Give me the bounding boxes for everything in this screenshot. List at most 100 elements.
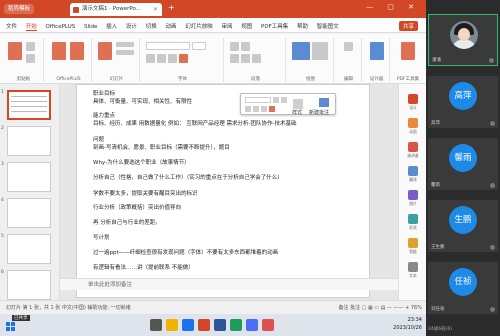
italic-icon[interactable] (157, 54, 166, 63)
menu-item-help[interactable]: 帮助 (297, 22, 308, 30)
font-select[interactable] (245, 97, 271, 103)
slide-text-line[interactable]: Why-为什么要选这个职业（故事情节） (93, 158, 190, 166)
bullets-icon[interactable] (230, 42, 239, 51)
font-color-icon[interactable] (179, 54, 188, 63)
slide-text-line[interactable]: 写计划 (93, 233, 110, 241)
slide-thumbnail[interactable] (7, 126, 51, 156)
menu-item-review[interactable]: 审阅 (221, 22, 232, 30)
reset-icon[interactable] (116, 50, 134, 55)
window-controls[interactable]: — ▢ ✕ (366, 3, 420, 11)
slide-thumbnail[interactable] (7, 270, 51, 300)
align-right-icon[interactable] (252, 54, 261, 63)
menu-item-transitions[interactable]: 切换 (146, 22, 157, 30)
menu-item-insert[interactable]: 插入 (106, 22, 117, 30)
new-slide-icon[interactable] (98, 42, 112, 60)
grow-font-icon[interactable] (273, 97, 279, 103)
pdf-icon[interactable] (401, 42, 415, 60)
slide-text-line[interactable]: 学数不要太多，提取关要有醒目突出的标识 (93, 189, 198, 197)
font-name-select[interactable] (146, 42, 190, 50)
highlight-icon[interactable] (269, 106, 275, 112)
powerpoint-taskbar-icon[interactable] (198, 319, 210, 331)
underline-icon[interactable] (261, 106, 267, 112)
participant-tile[interactable]: 潘潘 (428, 14, 498, 66)
new-comment-label: 新建批注 (309, 110, 330, 116)
slide-thumbnail[interactable] (7, 234, 51, 264)
participant-tile[interactable]: 任祯 刘任祯 (428, 262, 498, 314)
designer-icon[interactable] (370, 42, 384, 60)
design-ideas-icon[interactable] (408, 94, 418, 104)
copy-icon[interactable] (26, 54, 35, 63)
slide-text-line[interactable]: 刻画-写清机会、愿景、职业目标（需要不断提升），题目 (93, 143, 230, 151)
menu-item-file[interactable]: 文件 (6, 22, 17, 30)
menu-item-design[interactable]: 设计 (126, 22, 137, 30)
share-button[interactable]: 共享 (398, 21, 418, 31)
slide-text-line[interactable]: 分析自己（性格、自己做了什么工作）（实习的重点在于分析自己学会了什么） (93, 173, 283, 181)
slide-text-line[interactable]: 有逻辑有看法……讲（提前联系 不能做） (93, 263, 194, 271)
presenter-icon[interactable] (408, 142, 418, 152)
notes-pane[interactable]: 单击此处添加备注 (60, 278, 398, 290)
start-icon[interactable] (6, 322, 16, 332)
slide-text-line[interactable]: 问题 (93, 135, 104, 143)
paste-icon[interactable] (8, 42, 22, 60)
menu-item-smart[interactable]: 智能图文 (317, 22, 339, 30)
browser-icon[interactable] (182, 319, 194, 331)
officeplus-icon[interactable] (52, 42, 66, 60)
participant-tile[interactable]: 生鹏 王生鹏 (428, 200, 498, 252)
file-explorer-icon[interactable] (166, 319, 178, 331)
menu-item-islide[interactable]: Slide (84, 24, 97, 30)
new-tab-button[interactable]: + (168, 3, 175, 12)
italic-icon[interactable] (253, 106, 259, 112)
layout-icon[interactable] (116, 42, 134, 47)
app-icon[interactable] (262, 319, 274, 331)
underline-icon[interactable] (168, 54, 177, 63)
align-left-icon[interactable] (230, 54, 239, 63)
style-icon[interactable] (293, 99, 303, 109)
slide-text-line[interactable]: 过一遍ppt——纤细检查很有发现问题（字体）不要有太多东西都堆着的动画 (93, 248, 278, 256)
slide[interactable]: 职业目标 具体、可衡量、可实现、相关性、有限性 能力重点 目标、经历、成果 用数… (76, 84, 370, 298)
word-icon[interactable] (214, 319, 226, 331)
new-comment-icon[interactable] (319, 98, 329, 107)
menu-item-view[interactable]: 视图 (241, 22, 252, 30)
align-center-icon[interactable] (241, 54, 250, 63)
menu-item-officeplus[interactable]: OfficePLUS (46, 24, 76, 30)
bold-icon[interactable] (245, 106, 251, 112)
close-tab-icon[interactable]: ✕ (153, 3, 158, 16)
text-icon[interactable] (408, 262, 418, 272)
slide-thumbnail[interactable] (7, 90, 51, 120)
menu-item-home[interactable]: 开始 (25, 22, 37, 31)
find-icon[interactable] (344, 42, 353, 51)
shapes-icon[interactable] (292, 42, 310, 60)
meeting-app-icon[interactable] (246, 319, 258, 331)
slide-text-line[interactable]: 能力重点 (93, 111, 115, 119)
search-icon[interactable] (150, 319, 162, 331)
cut-icon[interactable] (26, 42, 35, 51)
clock[interactable]: 23:34 2023/10/26 (393, 316, 422, 332)
participant-tile[interactable]: 高萍 高萍 (428, 76, 498, 128)
slide-thumbnail[interactable] (7, 198, 51, 228)
slide-text-line[interactable]: 目标、经历、成果 用数据量化 例如： 互联网产品经理 需求分析-团队协作-技术基… (93, 119, 296, 127)
status-right[interactable]: 备注 批注 ▢ ▦ ▭ ▤ — —— + 76% (338, 301, 422, 314)
translate-icon[interactable] (408, 166, 418, 176)
document-tab[interactable]: 演示文稿1 · PowerPo... ✕ (70, 3, 162, 16)
font-size-select[interactable] (192, 42, 206, 50)
numbering-icon[interactable] (241, 42, 250, 51)
picture-icon[interactable] (408, 190, 418, 200)
animation-icon[interactable] (408, 118, 418, 128)
menu-item-slideshow[interactable]: 幻灯片放映 (185, 22, 213, 30)
participant-tile[interactable]: 馨雨 馨雨 (428, 138, 498, 190)
wechat-icon[interactable] (230, 319, 242, 331)
bold-icon[interactable] (146, 54, 155, 63)
shape-icon[interactable] (408, 214, 418, 224)
slide-thumbnail[interactable] (7, 162, 51, 192)
template-icon[interactable] (70, 42, 84, 60)
slide-text-line[interactable]: 职业目标 (93, 89, 115, 97)
smart-icon[interactable] (408, 238, 418, 248)
menu-item-pdf[interactable]: PDF工具集 (261, 22, 288, 30)
slide-text-line[interactable]: 再 分析自己与行业的差距。 (93, 218, 161, 226)
menu-item-animations[interactable]: 动画 (165, 22, 176, 30)
app-tab-pill[interactable]: 稻壳模板 (4, 4, 35, 14)
slide-text-line[interactable]: 具体、可衡量、可实现、相关性、有限性 (93, 97, 192, 105)
shrink-font-icon[interactable] (281, 97, 287, 103)
arrange-icon[interactable] (312, 42, 328, 60)
slide-text-line[interactable]: 行业分析（政策概括）突出价值导向 (93, 203, 181, 211)
